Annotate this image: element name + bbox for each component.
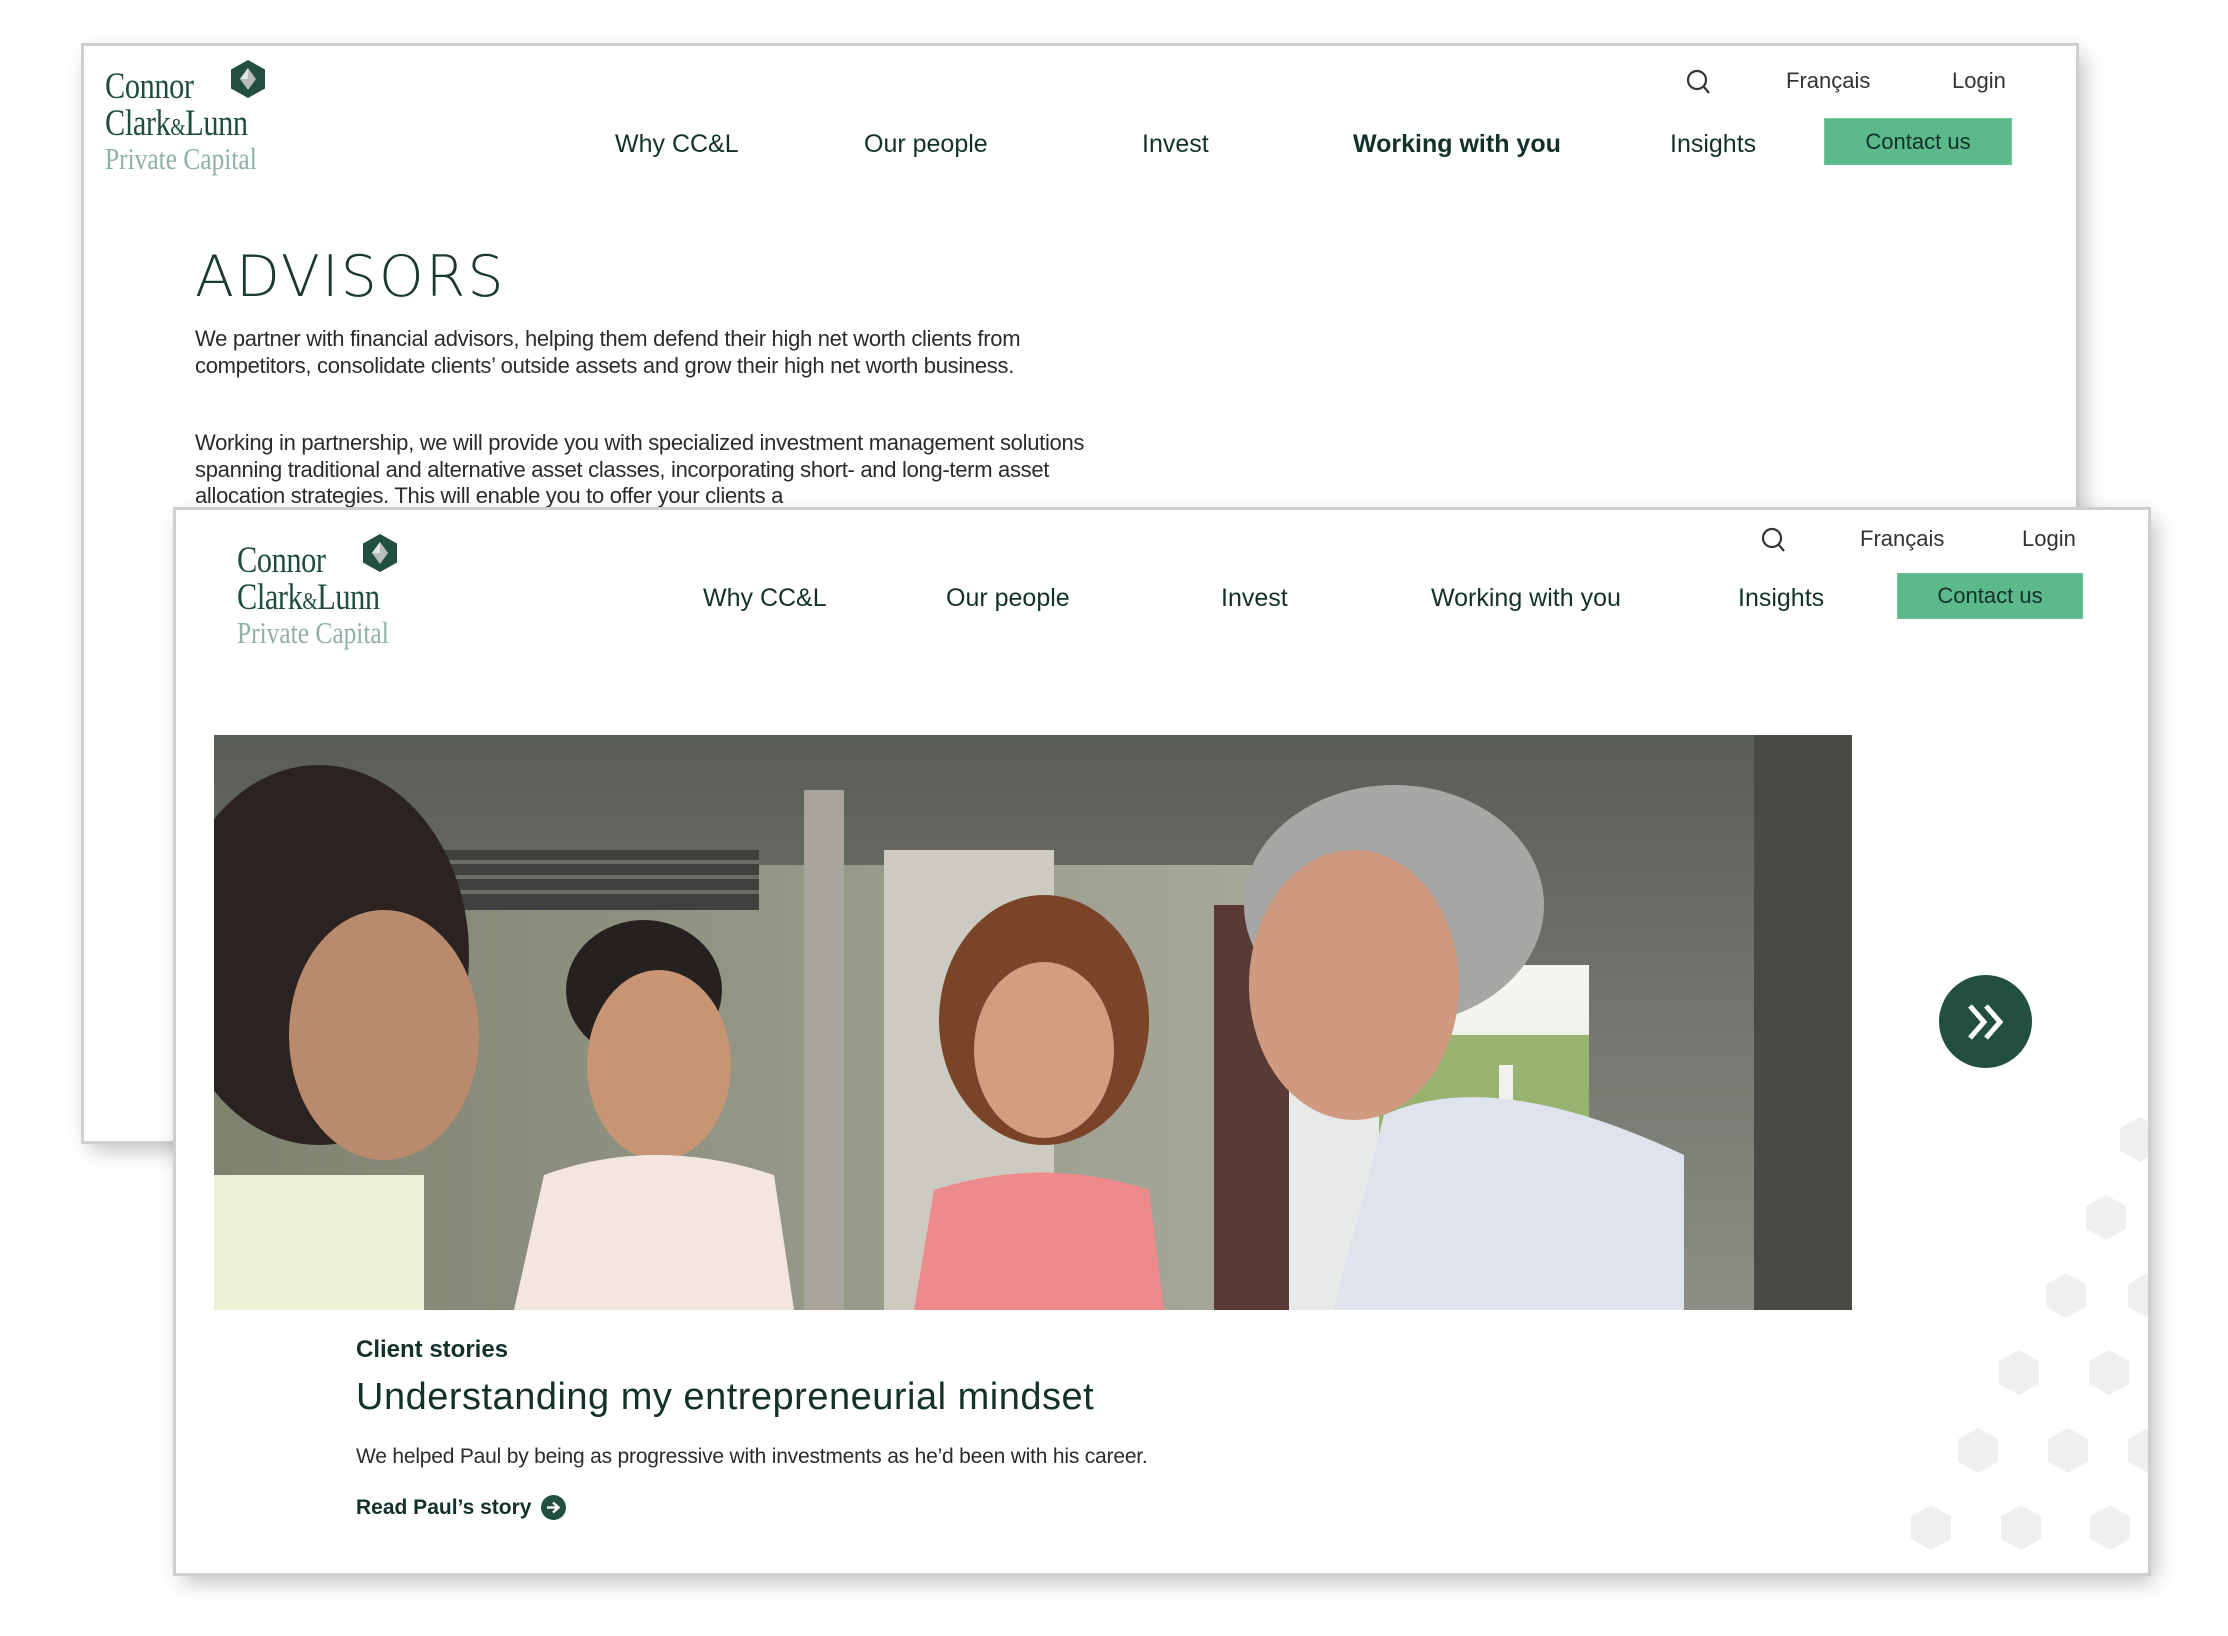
logo-hexagon-icon — [231, 60, 265, 98]
decorative-hexagon — [2120, 1117, 2148, 1162]
partnership-paragraph: Working in partnership, we will provide … — [195, 430, 1085, 508]
client-stories-page-window: Connor Clark&Lunn Private Capital Why CC… — [176, 510, 2148, 1573]
story-description: We helped Paul by being as progressive w… — [356, 1445, 1148, 1468]
nav-working-with-you[interactable]: Working with you — [1353, 130, 1561, 159]
nav-invest[interactable]: Invest — [1221, 584, 1288, 613]
decorative-hexagon — [2046, 1273, 2086, 1318]
logo-line-private-capital: Private Capital — [237, 615, 389, 650]
decorative-hexagon — [1911, 1505, 1951, 1550]
logo-line-private-capital: Private Capital — [105, 141, 257, 176]
nav-working-with-you[interactable]: Working with you — [1431, 584, 1621, 613]
logo[interactable]: Connor Clark&Lunn Private Capital — [105, 60, 290, 176]
hero-photo-illustration — [214, 735, 1852, 1310]
decorative-hexagon — [1958, 1428, 1998, 1473]
nav-insights[interactable]: Insights — [1738, 584, 1824, 613]
story-title: Understanding my entrepreneurial mindset — [356, 1376, 1095, 1418]
read-story-link[interactable]: Read Paul’s story — [356, 1495, 567, 1520]
intro-paragraph: We partner with financial advisors, help… — [195, 326, 1021, 378]
carousel-next-button[interactable] — [1939, 975, 2032, 1068]
decorative-hexagon — [2001, 1505, 2041, 1550]
contact-us-button[interactable]: Contact us — [1824, 118, 2012, 165]
contact-us-button[interactable]: Contact us — [1897, 573, 2083, 619]
search-icon[interactable] — [1761, 527, 1787, 553]
read-story-label: Read Paul’s story — [356, 1495, 532, 1519]
logo-line-clark-lunn: Clark&Lunn — [105, 103, 248, 144]
decorative-hexagon — [2128, 1273, 2148, 1318]
decorative-hexagon — [2089, 1350, 2129, 1395]
nav-insights[interactable]: Insights — [1670, 130, 1756, 159]
nav-our-people[interactable]: Our people — [946, 584, 1070, 613]
nav-why-ccl[interactable]: Why CC&L — [615, 130, 739, 159]
search-icon[interactable] — [1686, 69, 1712, 95]
arrow-right-circle-icon — [541, 1495, 567, 1520]
logo-line-clark-lunn: Clark&Lunn — [237, 577, 380, 618]
decorative-hexagon — [2086, 1195, 2126, 1240]
nav-invest[interactable]: Invest — [1142, 130, 1209, 159]
page-title: ADVISORS — [195, 244, 506, 310]
logo-hexagon-icon — [363, 534, 397, 572]
decorative-hexagon — [1999, 1350, 2039, 1395]
hero-photo — [214, 735, 1852, 1310]
decorative-hexagon — [2090, 1505, 2130, 1550]
decorative-hexagon — [2048, 1428, 2088, 1473]
decorative-hexagon — [2128, 1428, 2148, 1473]
language-link[interactable]: Français — [1860, 526, 1944, 552]
login-link[interactable]: Login — [1952, 68, 2006, 94]
nav-why-ccl[interactable]: Why CC&L — [703, 584, 827, 613]
story-category: Client stories — [356, 1336, 509, 1363]
double-chevron-right-icon — [1967, 1003, 2003, 1040]
login-link[interactable]: Login — [2022, 526, 2076, 552]
nav-our-people[interactable]: Our people — [864, 130, 988, 159]
logo[interactable]: Connor Clark&Lunn Private Capital — [237, 534, 422, 650]
language-link[interactable]: Français — [1786, 68, 1870, 94]
